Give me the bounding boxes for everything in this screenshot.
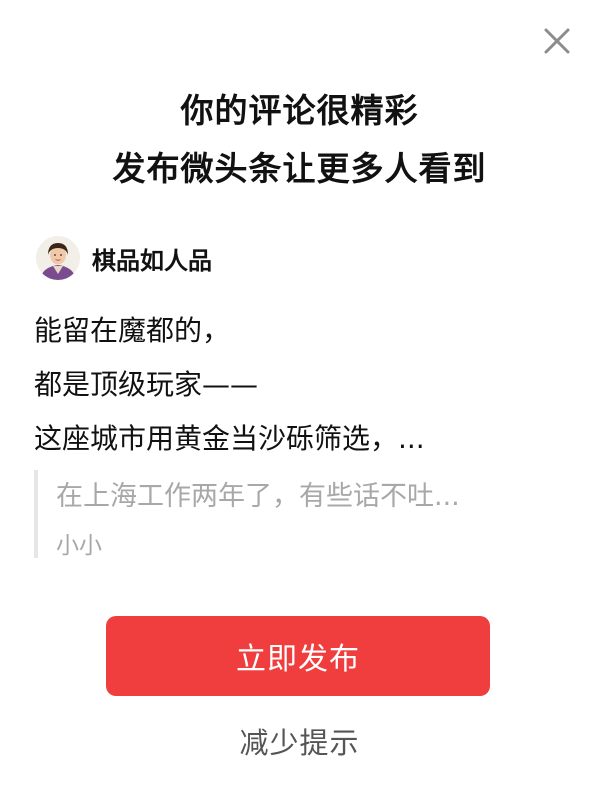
author-name: 棋品如人品 [92, 246, 212, 275]
quoted-comment: 在上海工作两年了，有些话不吐... 小小 [34, 470, 558, 559]
publish-prompt-dialog: 你的评论很精彩 发布微头条让更多人看到 棋品如人品 能留在魔都的， 都是顶级玩家… [0, 0, 599, 807]
dialog-title-line2: 发布微头条让更多人看到 [112, 149, 487, 188]
publish-button[interactable]: 立即发布 [106, 616, 490, 696]
post-line: 能留在魔都的， [34, 314, 231, 347]
close-button[interactable] [540, 24, 574, 58]
post-line: 这座城市用黄金当沙砾筛选，... [34, 422, 425, 455]
author-row: 棋品如人品 [36, 236, 212, 280]
post-line: 都是顶级玩家—— [34, 368, 259, 401]
dialog-title-line1: 你的评论很精彩 [180, 91, 419, 130]
quoted-comment-text: 在上海工作两年了，有些话不吐... [56, 481, 460, 512]
close-icon [544, 28, 570, 54]
reduce-prompts-link[interactable]: 减少提示 [0, 720, 599, 762]
avatar [36, 236, 80, 280]
quoted-comment-author: 小小 [56, 533, 102, 559]
post-content: 能留在魔都的， 都是顶级玩家—— 这座城市用黄金当沙砾筛选，... [34, 304, 564, 466]
